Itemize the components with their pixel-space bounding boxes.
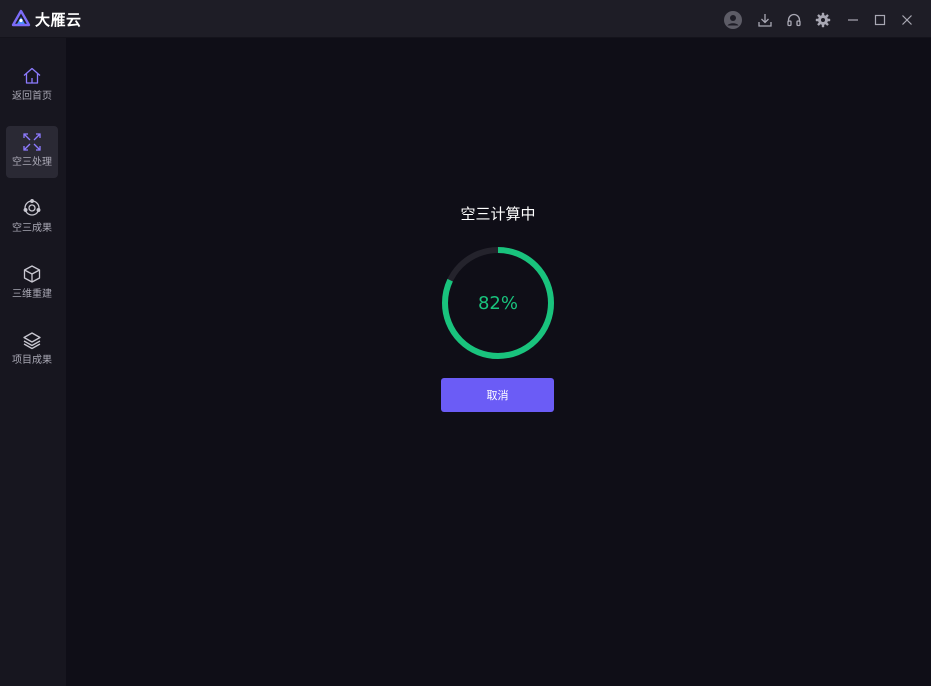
- close-icon[interactable]: [897, 10, 917, 30]
- sidebar-item-label: 空三处理: [12, 157, 52, 168]
- download-icon[interactable]: [755, 10, 775, 30]
- maximize-icon[interactable]: [870, 10, 890, 30]
- minimize-icon[interactable]: [843, 10, 863, 30]
- sidebar: 返回首页 空三处理 空三成果 三维重建 项目成果: [0, 38, 66, 686]
- sidebar-item-home[interactable]: 返回首页: [6, 60, 58, 112]
- sidebar-item-aerotriangulation[interactable]: 空三处理: [6, 126, 58, 178]
- app-logo: 大雁云: [11, 9, 82, 29]
- headset-icon[interactable]: [784, 10, 804, 30]
- progress-percent-label: 82%: [477, 292, 518, 314]
- app-logo-icon: [11, 9, 31, 27]
- aero-result-icon: [23, 199, 41, 216]
- sidebar-item-3d-reconstruction[interactable]: 三维重建: [6, 258, 58, 310]
- cube-icon: [23, 265, 41, 283]
- cancel-button[interactable]: 取消: [441, 378, 554, 412]
- progress-ring: 82%: [440, 245, 556, 361]
- processing-title: 空三计算中: [460, 205, 536, 223]
- sidebar-item-label: 项目成果: [12, 355, 52, 366]
- app-window: 大雁云 返回首页 空三处理 空三成果 三维重建 项目成果 空三计算中 82% 取…: [0, 0, 931, 686]
- settings-gear-icon[interactable]: [813, 10, 833, 30]
- sidebar-item-label: 三维重建: [12, 289, 52, 300]
- sidebar-item-label: 返回首页: [12, 91, 52, 102]
- user-avatar-icon[interactable]: [723, 10, 743, 30]
- layers-icon: [23, 332, 41, 350]
- title-bar[interactable]: 大雁云: [0, 0, 931, 38]
- sidebar-item-aero-result[interactable]: 空三成果: [6, 192, 58, 244]
- sidebar-item-project-result[interactable]: 项目成果: [6, 324, 58, 376]
- main-content: 空三计算中 82% 取消: [66, 38, 931, 686]
- aerotriangulation-icon: [23, 133, 41, 151]
- home-icon: [23, 67, 41, 84]
- app-name: 大雁云: [35, 10, 82, 29]
- sidebar-item-label: 空三成果: [12, 223, 52, 234]
